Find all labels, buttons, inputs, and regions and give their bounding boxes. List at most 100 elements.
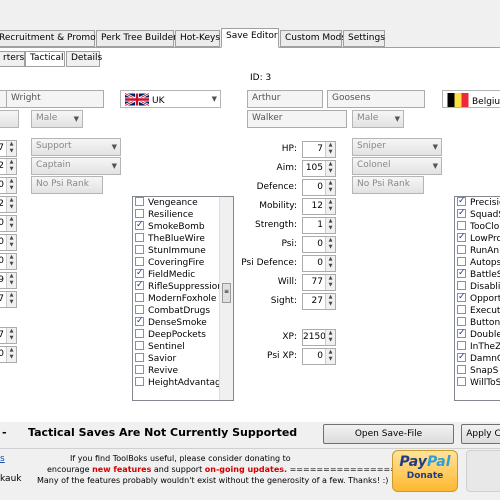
subtab-quarters[interactable]: rters [0, 51, 25, 67]
tab-save-editor[interactable]: Save Editor [221, 28, 279, 48]
checkbox-icon[interactable] [135, 233, 144, 242]
right-perk-item[interactable]: BattleS [455, 267, 500, 281]
stat-spinner-psi[interactable]: 0 ▲ ▼ [302, 236, 336, 253]
left-last-name-field[interactable]: Wright [6, 90, 104, 108]
left-stat-spinner[interactable]: 0 ▲ ▼ [0, 253, 17, 270]
checkbox-icon[interactable] [135, 293, 144, 302]
checkbox-icon[interactable] [135, 245, 144, 254]
tab-custom-mods[interactable]: Custom Mods [280, 30, 346, 47]
left-perk-item[interactable]: TheBlueWire [133, 233, 233, 245]
checkbox-icon[interactable] [135, 365, 144, 374]
left-perk-item[interactable]: CombatDrugs [133, 305, 233, 317]
right-country-select[interactable]: Belgium [442, 90, 500, 108]
checkbox-icon[interactable] [135, 329, 144, 338]
right-perk-item[interactable]: DamnG [455, 351, 500, 365]
left-stat-spinner[interactable]: 9 ▲ ▼ [0, 272, 17, 289]
stat-spinner-mobility[interactable]: 12 ▲ ▼ [302, 198, 336, 215]
checkbox-icon[interactable] [135, 267, 144, 279]
left-perk-item[interactable]: Savior [133, 353, 233, 365]
stat-spinner-defence[interactable]: 0 ▲ ▼ [302, 179, 336, 196]
checkbox-icon[interactable] [135, 197, 144, 206]
left-perk-item[interactable]: CoveringFire [133, 257, 233, 269]
checkbox-icon[interactable] [457, 317, 466, 326]
left-perk-item[interactable]: FieldMedic [133, 267, 233, 281]
footer-link[interactable]: s [0, 454, 5, 464]
stat-spinner-psi-defence[interactable]: 0 ▲ ▼ [302, 255, 336, 272]
checkbox-icon[interactable] [457, 281, 466, 290]
left-perk-item[interactable]: Resilience [133, 209, 233, 221]
left-rank-select[interactable]: Captain ▼ [31, 157, 121, 175]
checkbox-icon[interactable] [457, 365, 466, 374]
right-perk-item[interactable]: Opport [455, 291, 500, 305]
checkbox-icon[interactable] [457, 257, 466, 266]
checkbox-icon[interactable] [457, 341, 466, 350]
checkbox-icon[interactable] [135, 315, 144, 327]
tab-recruitment[interactable]: Recruitment & Promotion [0, 30, 113, 47]
xp-spinner[interactable]: 2150 ▲ ▼ [302, 329, 336, 346]
left-perk-item[interactable]: StunImmune [133, 245, 233, 257]
left-stat-spinner[interactable]: 7 ▲ ▼ [0, 291, 17, 308]
right-perk-item[interactable]: Execut [455, 305, 500, 317]
left-perk-item[interactable]: Revive [133, 365, 233, 377]
left-perk-item[interactable]: Vengeance [133, 197, 233, 209]
checkbox-icon[interactable] [135, 209, 144, 218]
open-save-file-button[interactable]: Open Save-File [323, 424, 454, 444]
left-stat-spinner[interactable]: 2 ▲ ▼ [0, 158, 17, 175]
checkbox-icon[interactable] [457, 267, 466, 279]
left-country-select[interactable]: UK ▼ [120, 90, 221, 108]
right-gender-select[interactable]: Male ▼ [352, 110, 404, 128]
left-perk-item[interactable]: Sentinel [133, 341, 233, 353]
right-last-name-field[interactable]: Goosens [327, 90, 425, 108]
tab-hot-keys[interactable]: Hot-Keys [175, 30, 220, 47]
checkbox-icon[interactable] [457, 245, 466, 254]
checkbox-icon[interactable] [135, 353, 144, 362]
stat-spinner-sight[interactable]: 27 ▲ ▼ [302, 293, 336, 310]
right-perk-item[interactable]: RunAn [455, 245, 500, 257]
left-nickname-field[interactable] [0, 110, 19, 128]
stat-spinner-strength[interactable]: 1 ▲ ▼ [302, 217, 336, 234]
left-psi-rank-select[interactable]: No Psi Rank [31, 176, 103, 194]
right-perk-item[interactable]: SnapS [455, 365, 500, 377]
right-perk-list[interactable]: Precisio SquadS TooClo LowPro RunAn Autops Bat… [454, 196, 500, 401]
left-perk-item[interactable]: SmokeBomb [133, 219, 233, 233]
stat-spinner-hp[interactable]: 7 ▲ ▼ [302, 141, 336, 158]
left-perk-item[interactable]: RifleSuppression [133, 279, 233, 293]
left-class-select[interactable]: Support ▼ [31, 138, 121, 156]
checkbox-icon[interactable] [135, 305, 144, 314]
left-gender-select[interactable]: Male ▼ [31, 110, 83, 128]
checkbox-icon[interactable] [135, 341, 144, 350]
right-perk-item[interactable]: SquadS [455, 207, 500, 221]
right-perk-item[interactable]: WillToS [455, 377, 500, 389]
subtab-details[interactable]: Details [66, 51, 102, 67]
stat-spinner-will[interactable]: 77 ▲ ▼ [302, 274, 336, 291]
left-stat-spinner[interactable]: 0 ▲ ▼ [0, 177, 17, 194]
left-perk-item[interactable]: ModernFoxhole [133, 293, 233, 305]
secondary-button[interactable] [466, 450, 500, 492]
left-stat-spinner[interactable]: 0 ▲ ▼ [0, 215, 17, 232]
checkbox-icon[interactable] [457, 305, 466, 314]
left-perk-item[interactable]: DenseSmoke [133, 315, 233, 329]
right-nickname-field[interactable]: Walker [247, 110, 347, 128]
left-perk-item[interactable]: HeightAdvantage [133, 377, 233, 389]
subtab-tactical[interactable]: Tactical [25, 51, 65, 67]
checkbox-icon[interactable] [135, 257, 144, 266]
checkbox-icon[interactable] [135, 219, 144, 231]
tab-settings[interactable]: Settings [343, 30, 385, 47]
apply-changes-button[interactable]: Apply C [461, 424, 500, 444]
checkbox-icon[interactable] [457, 327, 466, 339]
left-perk-list[interactable]: Vengeance Resilience SmokeBomb TheBlueWire S… [132, 196, 234, 401]
right-perk-item[interactable]: LowPro [455, 231, 500, 245]
checkbox-icon[interactable] [457, 221, 466, 230]
checkbox-icon[interactable] [457, 377, 466, 386]
checkbox-icon[interactable] [457, 291, 466, 303]
left-perk-scrollbar[interactable]: ≡ [219, 197, 233, 400]
checkbox-icon[interactable] [135, 377, 144, 386]
grip-icon[interactable]: ≡ [222, 283, 231, 303]
right-rank-select[interactable]: Colonel ▼ [352, 157, 442, 175]
right-first-name-field[interactable]: Arthur [247, 90, 323, 108]
left-stat-spinner[interactable]: 7 ▲ ▼ [0, 140, 17, 157]
checkbox-icon[interactable] [135, 279, 144, 291]
checkbox-icon[interactable] [457, 351, 466, 363]
left-perk-item[interactable]: DeepPockets [133, 329, 233, 341]
right-psi-rank-select[interactable]: No Psi Rank [352, 176, 424, 194]
